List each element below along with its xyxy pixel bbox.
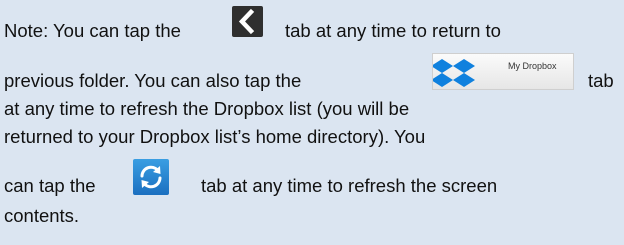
note-line-6: contents. [4,205,80,226]
dropbox-logo-icon [433,59,475,87]
my-dropbox-tab[interactable]: My Dropbox [432,53,574,90]
chevron-left-icon [238,8,255,35]
note-box: Note: You can tap the tab at any time to… [0,0,624,245]
refresh-tab[interactable] [133,159,169,195]
my-dropbox-label: My Dropbox [508,61,557,71]
note-line-5-end: tab at any time to refresh the screen [201,175,498,196]
note-line-3: at any time to refresh the Dropbox list … [4,98,410,119]
note-line-2-start: previous folder. You can also tap the [4,70,302,91]
note-line-2-end: tab [588,70,614,91]
note-line-1-start: Note: You can tap the [4,20,181,41]
back-tab[interactable] [232,6,263,37]
note-line-4: returned to your Dropbox list’s home dir… [4,126,426,147]
refresh-icon [140,165,162,189]
note-line-5-start: can tap the [4,175,96,196]
note-line-1-end: tab at any time to return to [285,20,501,41]
